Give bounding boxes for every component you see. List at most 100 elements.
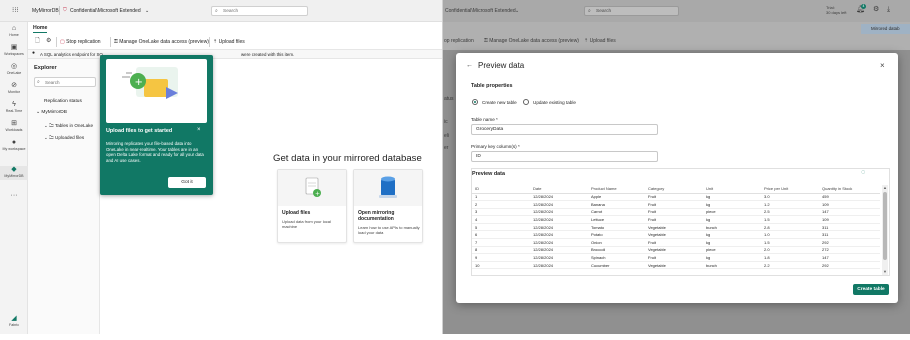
nav-label: Workloads [5, 128, 23, 132]
table-cell: 4 [472, 215, 530, 224]
table-cell: 311 [819, 230, 880, 240]
table-row: 7 12/28/2024 Onion Fruit kg 1.5 292 [472, 238, 880, 247]
files-label: Uploaded files [55, 135, 85, 140]
table-name-label: Table name * [471, 117, 498, 122]
chevron-down-icon: ⌄ [44, 123, 48, 128]
edge-text: eli [444, 133, 450, 139]
tab-home[interactable]: Home [33, 25, 47, 31]
column-header[interactable]: Category [645, 185, 703, 194]
table-cell: 12/28/2024 [530, 238, 588, 247]
table-cell: Vegetable [645, 246, 703, 255]
table-cell: 292 [819, 261, 880, 270]
table-cell: Cucumber [588, 261, 645, 270]
tree-item-db[interactable]: ⌄ MyMirrorDB [36, 110, 67, 115]
radio-update-existing[interactable] [523, 99, 529, 105]
table-cell: 10 [472, 261, 530, 270]
close-icon[interactable]: × [880, 61, 885, 70]
mirrored-db-tab[interactable]: Mirrored datab [861, 24, 910, 34]
table-row: 5 12/28/2024 Tomato Vegetable bunch 2.8 311 [472, 223, 880, 232]
got-it-button[interactable]: Got it [168, 177, 206, 188]
upload-label: Upload files [218, 39, 245, 45]
manage-access-button[interactable]: ⚿ Manage OneLake data access (preview) [484, 38, 579, 44]
nav-my-workspace[interactable]: ● My workspace [0, 139, 28, 151]
upload-file-icon: + [305, 177, 321, 198]
table-cell: Vegetable [645, 261, 703, 270]
table-cell: Potato [588, 230, 645, 240]
table-cell: 5 [472, 223, 530, 232]
new-icon[interactable]: 🗋 [35, 38, 40, 44]
chevron-down-icon: ⌄ [44, 135, 48, 140]
nav-workspaces[interactable]: ▣ Workspaces [0, 44, 28, 56]
scroll-up-icon[interactable]: ▲ [883, 185, 887, 190]
manage-access-button[interactable]: ⚿ Manage OneLake data access (preview) [114, 37, 209, 47]
upload-icon: ⇡ [584, 38, 589, 44]
explorer-search[interactable]: ⌕ Search [34, 77, 96, 87]
app-launcher-icon[interactable]: ⁝⁝⁝ [12, 7, 19, 14]
preview-table: ID Date Product Name Category Unit Price… [472, 185, 880, 270]
ribbon-dimmed: op replication ⚿ Manage OneLake data acc… [443, 22, 910, 50]
search-box[interactable]: ⌕ Search [584, 6, 679, 16]
search-box[interactable]: ⌕ Search [211, 6, 308, 16]
upload-files-card[interactable]: + Upload files Upload data from your loc… [277, 169, 347, 243]
table-cell: Vegetable [645, 223, 703, 232]
upload-files-button[interactable]: ⇡ Upload files [213, 37, 245, 47]
nav-label: Workspaces [4, 52, 24, 56]
stop-replication-button[interactable]: ▢ Stop replication [60, 37, 101, 47]
table-cell: 1.5 [761, 238, 819, 247]
nav-home[interactable]: ⌂ Home [0, 25, 28, 37]
table-cell: kg [703, 200, 761, 209]
radio-create-new[interactable] [472, 99, 478, 105]
more-icon[interactable]: ··· [0, 192, 28, 199]
table-cell: Fruit [645, 215, 703, 224]
column-header[interactable]: Date [530, 185, 588, 194]
explorer-title: Explorer [34, 65, 57, 71]
nav-workloads[interactable]: ⊞ Workloads [0, 120, 28, 132]
tree-item-files[interactable]: ⌄ 🗀 Uploaded files [44, 134, 84, 142]
table-row: 9 12/28/2024 Spinach Fruit kg 1.8 147 [472, 253, 880, 262]
replication-status[interactable]: Replication status [44, 99, 82, 104]
mirrordb-icon: ◆ [11, 166, 17, 173]
left-nav: ⌂ Home ▣ Workspaces ◎ OneLake ⊘ Monitor ϟ Rea… [0, 22, 28, 334]
item-name[interactable]: MyMirrorDB [32, 8, 59, 14]
tree-item-tables[interactable]: ⌄ 🗀 Tables in OneLake [44, 122, 93, 130]
chevron-down-icon: ⌄ [36, 110, 41, 115]
nav-fabric[interactable]: ◢ Fabric [0, 315, 28, 327]
chevron-down-icon[interactable]: ⌄ [145, 8, 149, 14]
sensitivity-label[interactable]: Confidential\Microsoft Extended [445, 8, 516, 14]
upload-files-button[interactable]: ⇡ Upload files [584, 38, 616, 44]
column-header[interactable]: Quantity in Stock [819, 185, 880, 194]
scrollbar-thumb[interactable] [883, 192, 887, 260]
my-workspace-icon: ● [11, 139, 17, 146]
back-arrow-icon[interactable]: ← [466, 62, 473, 69]
nav-mirrordb[interactable]: ◆ MyMirrorDB [0, 166, 28, 180]
workspaces-icon: ▣ [10, 44, 18, 51]
card-title: Upload files [282, 210, 311, 216]
settings-icon[interactable]: ⚙ [46, 38, 51, 44]
table-cell: piece [703, 208, 761, 217]
download-icon[interactable]: ⤓ [887, 6, 890, 13]
nav-realtime[interactable]: ϟ Real-Time [0, 101, 28, 113]
chevron-down-icon[interactable]: ⌄ [515, 8, 519, 14]
table-name-input[interactable]: GroceryData [471, 124, 658, 135]
table-cell: 2.5 [761, 208, 819, 217]
column-header[interactable]: Unit [703, 185, 761, 194]
top-bar-dimmed: Confidential\Microsoft Extended ⌄ ⌕ Sear… [443, 0, 910, 22]
create-table-button[interactable]: Create table [853, 284, 889, 295]
table-cell: Onion [588, 238, 645, 247]
column-header[interactable]: Product Name [588, 185, 645, 194]
card-header: + [278, 170, 346, 206]
table-cell: 1.5 [761, 215, 819, 224]
manage-icon: ⚿ [484, 38, 488, 44]
column-header[interactable]: Price per Unit [761, 185, 819, 194]
pk-input[interactable]: ID [471, 151, 658, 162]
gear-icon[interactable]: ⚙ [873, 6, 879, 13]
table-cell: Carrot [588, 208, 645, 217]
nav-monitor[interactable]: ⊘ Monitor [0, 82, 28, 94]
nav-onelake[interactable]: ◎ OneLake [0, 63, 28, 75]
mirroring-docs-card[interactable]: Open mirroring documentation Learn how t… [353, 169, 423, 243]
stop-replication-partial[interactable]: op replication [444, 38, 474, 44]
column-header[interactable]: ID [472, 185, 530, 194]
close-icon[interactable]: × [197, 127, 201, 133]
scroll-down-icon[interactable]: ▼ [883, 269, 887, 274]
sensitivity-label[interactable]: Confidential\Microsoft Extended [70, 8, 141, 14]
